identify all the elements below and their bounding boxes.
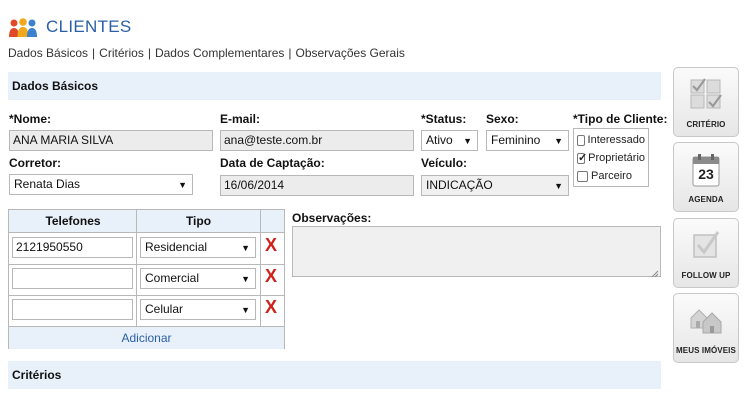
delete-phone-icon[interactable]: X	[265, 267, 277, 285]
follow-up-button-label: FOLLOW UP	[681, 271, 731, 280]
houses-icon	[689, 304, 723, 337]
dropdown-arrow-icon: ▼	[241, 243, 250, 253]
telefones-table: Telefones Tipo 2121950550 Residencial ▼ …	[8, 209, 285, 349]
tipo-cliente-group: Interessado Proprietário Parceiro	[573, 128, 649, 187]
resize-grip-icon[interactable]	[651, 267, 659, 278]
checkbox-proprietario[interactable]: Proprietário	[577, 149, 645, 167]
checkbox-box-checked[interactable]	[577, 151, 587, 164]
sexo-label: Sexo:	[486, 112, 519, 126]
nome-label: *Nome:	[9, 112, 52, 126]
nav-separator: |	[288, 46, 292, 60]
email-field[interactable]: ana@teste.com.br	[220, 130, 414, 151]
checkbox-box[interactable]	[577, 134, 585, 146]
data-captacao-field[interactable]: 16/06/2014	[220, 175, 414, 196]
clients-icon	[8, 16, 38, 38]
email-label: E-mail:	[220, 112, 261, 126]
checkbox-interessado[interactable]: Interessado	[577, 131, 645, 149]
telefone-tipo-value: Residencial	[145, 240, 208, 254]
veiculo-select[interactable]: INDICAÇÃO ▼	[421, 175, 569, 196]
telefone-tipo-value: Celular	[145, 302, 184, 316]
follow-up-button[interactable]: FOLLOW UP	[673, 218, 739, 288]
checklist-icon	[690, 78, 722, 113]
row-divider	[9, 295, 284, 296]
delete-phone-icon[interactable]: X	[265, 236, 277, 254]
corretor-value: Renata Dias	[14, 177, 81, 191]
dropdown-arrow-icon: ▼	[463, 136, 472, 146]
veiculo-label: Veículo:	[421, 156, 468, 170]
checkbox-parceiro[interactable]: Parceiro	[577, 167, 645, 185]
telefone-tipo-select[interactable]: Celular ▼	[140, 299, 256, 320]
sexo-select[interactable]: Feminino ▼	[486, 130, 569, 151]
agenda-button[interactable]: 23 AGENDA	[673, 142, 739, 212]
dropdown-arrow-icon: ▼	[241, 305, 250, 315]
nav-dados-complementares[interactable]: Dados Complementares	[155, 46, 284, 60]
calendar-icon: 23	[692, 153, 720, 187]
corretor-label: Corretor:	[9, 156, 62, 170]
checkbox-label: Proprietário	[588, 152, 645, 164]
telefone-tipo-select[interactable]: Residencial ▼	[140, 237, 256, 258]
checkbox-icon	[690, 229, 722, 264]
section-nav: Dados Básicos | Critérios | Dados Complement…	[8, 46, 405, 60]
status-value: Ativo	[426, 133, 453, 147]
status-label: *Status:	[421, 112, 467, 126]
nav-dados-basicos[interactable]: Dados Básicos	[8, 46, 88, 60]
column-header-telefones: Telefones	[45, 214, 101, 228]
telefone-input[interactable]	[12, 299, 133, 320]
nome-field[interactable]: ANA MARIA SILVA	[9, 130, 213, 151]
page-header: CLIENTES	[8, 14, 132, 40]
nav-separator: |	[92, 46, 96, 60]
corretor-select[interactable]: Renata Dias ▼	[9, 174, 193, 195]
calendar-day: 23	[698, 166, 714, 182]
delete-phone-icon[interactable]: X	[265, 298, 277, 316]
dropdown-arrow-icon: ▼	[241, 274, 250, 284]
meus-imoveis-button-label: MEUS IMÓVEIS	[676, 346, 736, 355]
telefone-input[interactable]	[12, 268, 133, 289]
status-select[interactable]: Ativo ▼	[421, 130, 478, 151]
veiculo-value: INDICAÇÃO	[426, 178, 493, 192]
nav-observacoes-gerais[interactable]: Observações Gerais	[296, 46, 405, 60]
section-header-dados-basicos: Dados Básicos	[8, 72, 661, 100]
checkbox-label: Interessado	[587, 134, 645, 146]
nav-criterios[interactable]: Critérios	[99, 46, 144, 60]
tipo-cliente-label: *Tipo de Cliente:	[573, 112, 668, 126]
telefone-tipo-select[interactable]: Comercial ▼	[140, 268, 256, 289]
column-divider	[136, 210, 137, 327]
dropdown-arrow-icon: ▼	[178, 180, 187, 190]
sexo-value: Feminino	[491, 133, 541, 147]
column-divider	[260, 210, 261, 327]
row-divider	[9, 264, 284, 265]
checkbox-box[interactable]	[577, 170, 588, 182]
criterio-button[interactable]: CRITÉRIO	[673, 67, 739, 137]
telefone-input[interactable]: 2121950550	[12, 237, 133, 258]
observacoes-label: Observações:	[292, 211, 372, 225]
criterio-button-label: CRITÉRIO	[686, 120, 726, 129]
checkbox-label: Parceiro	[591, 170, 632, 182]
dropdown-arrow-icon: ▼	[554, 181, 563, 191]
section-header-criterios: Critérios	[8, 361, 661, 389]
nav-separator: |	[147, 46, 151, 60]
agenda-button-label: AGENDA	[688, 195, 724, 204]
dropdown-arrow-icon: ▼	[554, 136, 563, 146]
telefone-tipo-value: Comercial	[145, 271, 200, 285]
column-header-tipo: Tipo	[185, 214, 212, 228]
add-phone-button[interactable]: Adicionar	[9, 327, 284, 349]
meus-imoveis-button[interactable]: MEUS IMÓVEIS	[673, 293, 739, 363]
observacoes-textarea[interactable]	[292, 226, 661, 278]
data-captacao-label: Data de Captação:	[220, 156, 325, 170]
page-title: CLIENTES	[46, 17, 132, 36]
